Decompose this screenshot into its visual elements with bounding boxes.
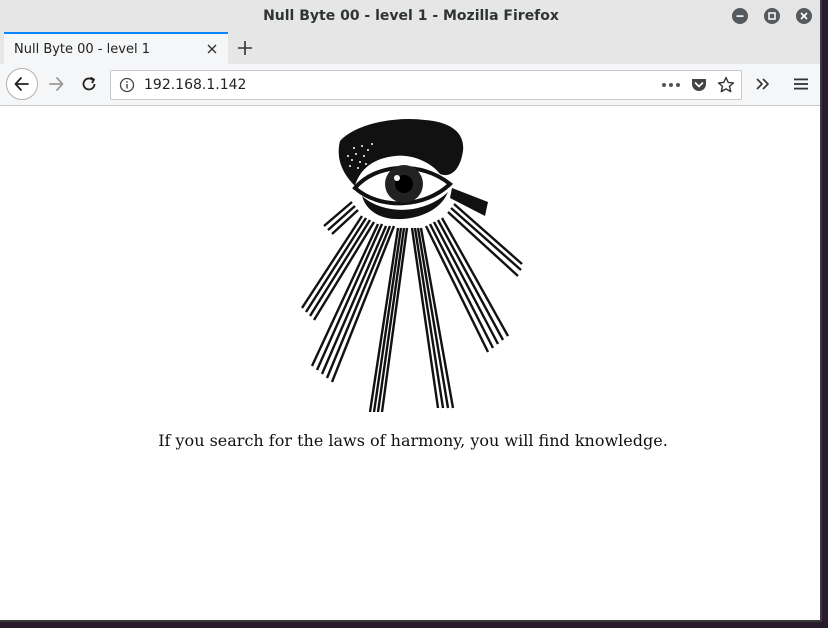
pocket-icon [692,79,706,91]
new-tab-button[interactable] [234,37,256,59]
maximize-icon [768,12,776,20]
back-button[interactable] [6,68,38,100]
close-icon [207,44,217,54]
arrow-right-icon [49,77,64,91]
reload-icon [82,76,96,91]
page-quote: If you search for the laws of harmony, y… [158,431,668,450]
pocket-button[interactable] [689,76,709,94]
bookmark-button[interactable] [716,76,736,94]
tab-close-button[interactable] [202,39,222,59]
ellipsis-icon [662,83,680,87]
maximize-button[interactable] [764,8,780,24]
close-window-button[interactable] [796,8,812,24]
forward-button[interactable] [44,72,68,96]
tab-label: Null Byte 00 - level 1 [14,41,150,57]
url-input[interactable] [144,71,644,99]
tab-active[interactable]: Null Byte 00 - level 1 [4,32,228,64]
page-content: If you search for the laws of harmony, y… [0,106,820,620]
plus-icon [238,41,252,55]
hamburger-icon [794,78,808,90]
navigation-toolbar [0,64,820,106]
page-actions-button[interactable] [661,76,681,94]
reload-button[interactable] [77,72,101,96]
window-title: Null Byte 00 - level 1 - Mozilla Firefox [263,8,559,24]
minimize-icon [736,15,744,17]
close-icon [800,12,808,20]
main-menu-button[interactable] [790,73,812,95]
arrow-left-icon [14,77,29,91]
title-bar: Null Byte 00 - level 1 - Mozilla Firefox [0,0,820,32]
minimize-button[interactable] [732,8,748,24]
overflow-menu-button[interactable] [752,73,774,95]
url-bar[interactable] [110,70,742,100]
tab-strip: Null Byte 00 - level 1 [0,32,820,64]
all-seeing-eye-illustration [300,118,523,412]
info-icon[interactable] [119,77,135,93]
double-chevron-icon [756,78,769,90]
star-icon [717,76,735,93]
browser-window: Null Byte 00 - level 1 - Mozilla Firefox… [0,0,822,622]
